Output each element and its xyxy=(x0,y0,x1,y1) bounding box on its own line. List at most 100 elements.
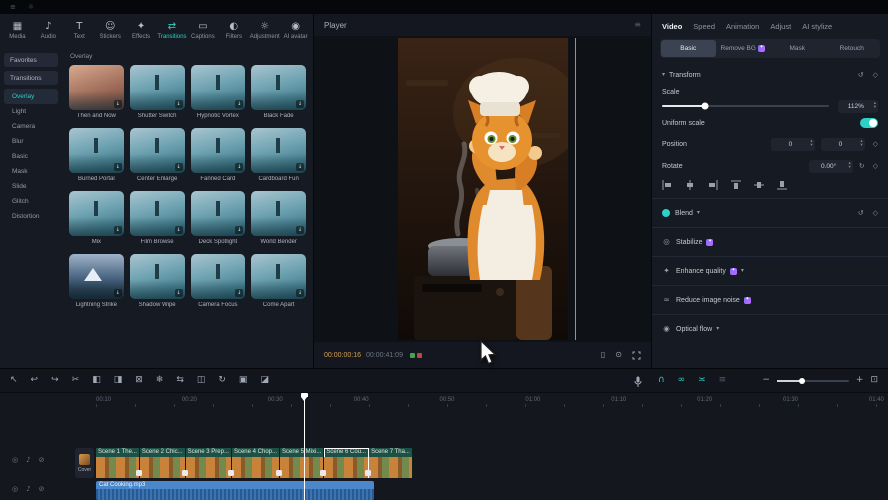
delete-icon[interactable]: ⊠ xyxy=(135,376,143,385)
tab-filters[interactable]: ◐Filters xyxy=(218,22,249,40)
tab-ai-stylize[interactable]: AI stylize xyxy=(802,22,832,31)
cover-button[interactable]: Cover xyxy=(75,448,94,478)
tab-stickers[interactable]: ☺Stickers xyxy=(95,22,126,40)
mask-tool-icon[interactable]: ◪ xyxy=(260,376,269,385)
timeline-clip[interactable]: Scene 1 The... xyxy=(96,448,140,478)
transition-item[interactable]: ↓Deck Spotlight xyxy=(191,191,246,245)
zoom-out-icon[interactable]: − xyxy=(762,376,770,385)
transition-item[interactable]: ↓World Bender xyxy=(251,191,306,245)
transition-item[interactable]: ↓Cardboard Fun xyxy=(251,128,306,182)
tab-effects[interactable]: ✦Effects xyxy=(126,22,157,40)
transition-item[interactable]: ↓Fanned Card xyxy=(191,128,246,182)
transition-item[interactable]: ↓Shutter Switch xyxy=(130,65,185,119)
scale-value-input[interactable]: 112% ▴▾ xyxy=(838,100,878,113)
chevron-down-icon[interactable]: ▾ xyxy=(716,326,719,332)
keyframe-icon[interactable]: ◇ xyxy=(873,72,878,79)
rotate-input[interactable]: 0.00° ▴▾ xyxy=(809,160,853,173)
app-settings-icon[interactable]: ☼ xyxy=(28,4,34,11)
timeline-clip[interactable]: Scene 3 Prep... xyxy=(186,448,232,478)
optical-flow-row[interactable]: ◉ Optical flow ▾ xyxy=(652,317,888,341)
tab-captions[interactable]: ▭Captions xyxy=(187,22,218,40)
app-menu-icon[interactable]: ≡ xyxy=(10,4,16,11)
record-voiceover-icon[interactable] xyxy=(634,375,642,393)
timeline-clip[interactable]: Scene 2 Chic... xyxy=(140,448,186,478)
sidebar-item-mask[interactable]: Mask xyxy=(4,164,58,179)
sidebar-item-favorites[interactable]: Favorites xyxy=(4,53,58,67)
tab-adjustment[interactable]: ☼Adjustment xyxy=(249,22,280,40)
step-down-icon[interactable]: ▾ xyxy=(848,166,850,171)
redo-icon[interactable]: ↪ xyxy=(51,376,59,385)
transition-marker[interactable] xyxy=(320,470,326,476)
scale-slider[interactable] xyxy=(662,105,829,107)
stabilize-row[interactable]: ◎ Stabilize ✦ xyxy=(652,230,888,254)
subtab-mask[interactable]: Mask xyxy=(770,40,825,57)
step-down-icon[interactable]: ▾ xyxy=(874,106,876,111)
transition-item[interactable]: ↓Black Fade xyxy=(251,65,306,119)
delete-left-icon[interactable]: ◧ xyxy=(92,376,101,385)
transition-item[interactable]: ↓Then and Now xyxy=(69,65,124,119)
rotate-wheel-icon[interactable]: ↻ xyxy=(859,163,865,170)
chevron-down-icon[interactable]: ▾ xyxy=(697,210,700,216)
video-preview[interactable] xyxy=(398,38,568,340)
chevron-down-icon[interactable]: ▾ xyxy=(662,72,665,78)
sidebar-item-overlay[interactable]: Overlay xyxy=(4,89,58,104)
crop-icon[interactable]: ▣ xyxy=(239,376,248,385)
lock-track-icon[interactable]: ⊘ xyxy=(39,486,45,493)
tab-transitions[interactable]: ⇄Transitions xyxy=(157,22,188,40)
transition-marker[interactable] xyxy=(228,470,234,476)
transition-item[interactable]: ↓Shadow Wipe xyxy=(130,254,185,308)
tab-audio[interactable]: ♪Audio xyxy=(33,22,64,40)
timeline-clip[interactable]: Scene 5 Mixi... xyxy=(280,448,324,478)
keyframe-icon[interactable]: ◇ xyxy=(873,163,878,170)
uniform-scale-toggle[interactable] xyxy=(860,118,878,128)
preview-stage[interactable] xyxy=(314,36,651,342)
hide-track-icon[interactable]: ◎ xyxy=(12,486,18,493)
enhance-quality-row[interactable]: ✦ Enhance quality ✦ ▾ xyxy=(652,259,888,283)
align-center-horizontal-icon[interactable] xyxy=(685,180,695,190)
lock-track-icon[interactable]: ⊘ xyxy=(39,457,45,464)
sidebar-item-glitch[interactable]: Glitch xyxy=(4,194,58,209)
blend-row[interactable]: Blend ▾ ↺ ◇ xyxy=(652,201,888,225)
zoom-slider[interactable] xyxy=(777,380,849,382)
sidebar-group-transitions[interactable]: Transitions xyxy=(4,71,58,85)
transition-marker[interactable] xyxy=(136,470,142,476)
snap-toggle-icon[interactable]: ≍ xyxy=(698,376,706,385)
magnet-toggle-icon[interactable]: ∩ xyxy=(658,376,665,385)
tab-media[interactable]: ▦Media xyxy=(2,22,33,40)
tab-animation[interactable]: Animation xyxy=(726,22,759,31)
sidebar-item-distortion[interactable]: Distortion xyxy=(4,209,58,224)
align-right-icon[interactable] xyxy=(708,180,718,190)
fullscreen-icon[interactable] xyxy=(632,351,641,360)
transition-item[interactable]: ↓Come Apart xyxy=(251,254,306,308)
tab-video[interactable]: Video xyxy=(662,22,682,31)
selection-bounds[interactable] xyxy=(575,38,576,340)
sidebar-item-blur[interactable]: Blur xyxy=(4,134,58,149)
tab-ai-avatar[interactable]: ◉AI avatar xyxy=(280,22,311,40)
transition-marker[interactable] xyxy=(182,470,188,476)
align-top-icon[interactable] xyxy=(731,180,741,190)
keyframe-icon[interactable]: ◇ xyxy=(873,210,878,217)
aspect-ratio-icon[interactable]: ▯ xyxy=(601,351,605,359)
transition-marker[interactable] xyxy=(276,470,282,476)
reset-icon[interactable]: ↺ xyxy=(858,72,864,79)
timeline-clip-selected[interactable]: Scene 6 Cou... xyxy=(324,448,369,478)
subtab-basic[interactable]: Basic xyxy=(661,40,716,57)
transition-item[interactable]: ↓Hypnotic Vortex xyxy=(191,65,246,119)
keyframe-icon[interactable]: ◇ xyxy=(873,141,878,148)
align-bottom-icon[interactable] xyxy=(777,180,787,190)
auto-link-toggle-icon[interactable]: ∞ xyxy=(678,376,686,385)
audio-track-clip[interactable]: Cat Cooking.mp3 xyxy=(96,481,374,500)
mute-track-icon[interactable]: ♪ xyxy=(26,457,30,464)
rotate-icon[interactable]: ↻ xyxy=(218,376,226,385)
position-y-input[interactable]: 0 ▴▾ xyxy=(821,138,865,151)
reset-icon[interactable]: ↺ xyxy=(858,210,864,217)
tab-speed[interactable]: Speed xyxy=(693,22,715,31)
subtab-retouch[interactable]: Retouch xyxy=(825,40,880,57)
transition-item[interactable]: ↓Burned Portal xyxy=(69,128,124,182)
transition-item[interactable]: ↓Film Browse xyxy=(130,191,185,245)
chevron-down-icon[interactable]: ▾ xyxy=(741,268,744,274)
timeline-clip[interactable]: Scene 7 Tha... xyxy=(369,448,413,478)
reverse-icon[interactable]: ⇆ xyxy=(176,376,184,385)
transition-item[interactable]: ↓Mix xyxy=(69,191,124,245)
timeline-ruler[interactable]: 00:10 00:20 00:30 00:40 00:50 01:00 01:1… xyxy=(96,393,884,407)
